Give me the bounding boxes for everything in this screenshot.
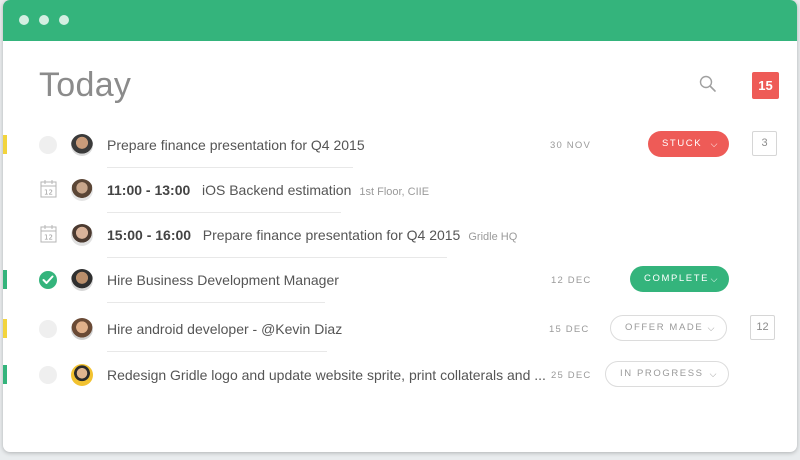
window-close-dot[interactable] xyxy=(19,15,29,25)
row-divider xyxy=(107,257,447,258)
event-text: 15:00 - 16:00 Prepare finance presentati… xyxy=(107,227,517,243)
event-row[interactable]: 12 11:00 - 13:00 iOS Backend estimation 1… xyxy=(3,169,797,213)
status-label: COMPLETE xyxy=(644,273,710,284)
task-row[interactable]: Prepare finance presentation for Q4 2015… xyxy=(3,124,797,168)
chevron-down-icon: ⌵ xyxy=(710,274,719,284)
avatar xyxy=(71,134,93,156)
event-time: 15:00 - 16:00 xyxy=(107,227,192,243)
priority-flag xyxy=(3,270,7,289)
status-label: IN PROGRESS xyxy=(620,368,704,379)
chevron-down-icon: ⌵ xyxy=(707,323,716,333)
calendar-icon: 12 xyxy=(40,179,57,199)
task-checkbox[interactable] xyxy=(39,366,57,384)
priority-flag xyxy=(3,135,7,154)
event-text: 11:00 - 13:00 iOS Backend estimation 1st … xyxy=(107,182,429,198)
event-location: 1st Floor, CIIE xyxy=(359,186,430,198)
row-divider xyxy=(107,351,327,352)
row-divider xyxy=(107,302,325,303)
task-row[interactable]: Hire Business Development Manager 12 DEC… xyxy=(3,259,797,303)
calendar-date-badge[interactable]: 15 xyxy=(752,72,779,99)
task-row[interactable]: Redesign Gridle logo and update website … xyxy=(3,354,797,398)
task-checkbox[interactable] xyxy=(39,320,57,338)
comment-count[interactable]: 3 xyxy=(752,131,777,156)
status-dropdown[interactable]: STUCK ⌵ xyxy=(648,131,729,157)
search-icon[interactable] xyxy=(698,74,718,94)
status-dropdown[interactable]: OFFER MADE ⌵ xyxy=(610,315,727,341)
task-title: Hire Business Development Manager xyxy=(107,272,339,288)
task-title: Hire android developer - @Kevin Diaz xyxy=(107,321,343,337)
priority-flag xyxy=(3,365,7,384)
avatar xyxy=(71,364,93,386)
chevron-down-icon: ⌵ xyxy=(709,369,718,379)
task-date: 12 DEC xyxy=(551,275,592,286)
event-title: iOS Backend estimation xyxy=(201,182,352,198)
title-bar xyxy=(3,0,797,41)
app-window: Today 15 Prepare finance presentation fo… xyxy=(3,0,797,452)
status-dropdown[interactable]: IN PROGRESS ⌵ xyxy=(605,361,729,387)
check-icon xyxy=(42,275,54,284)
task-date: 15 DEC xyxy=(549,324,590,335)
task-checkbox[interactable] xyxy=(39,271,57,289)
task-title: Redesign Gridle logo and update website … xyxy=(107,367,546,383)
window-minimize-dot[interactable] xyxy=(39,15,49,25)
page-title: Today xyxy=(39,66,132,104)
window-maximize-dot[interactable] xyxy=(59,15,69,25)
row-divider xyxy=(107,212,341,213)
avatar xyxy=(71,179,93,201)
task-date: 25 DEC xyxy=(551,370,592,381)
event-title: Prepare finance presentation for Q4 2015 xyxy=(202,227,461,243)
status-label: OFFER MADE xyxy=(625,322,704,333)
task-title: Prepare finance presentation for Q4 2015 xyxy=(107,137,365,153)
calendar-icon: 12 xyxy=(40,224,57,244)
task-date: 30 NOV xyxy=(550,140,591,151)
priority-flag xyxy=(3,319,7,338)
event-row[interactable]: 12 15:00 - 16:00 Prepare finance present… xyxy=(3,214,797,258)
calendar-day: 12 xyxy=(44,234,53,242)
event-time: 11:00 - 13:00 xyxy=(107,182,191,198)
status-dropdown[interactable]: COMPLETE ⌵ xyxy=(630,266,729,292)
chevron-down-icon: ⌵ xyxy=(710,139,719,149)
event-location: Gridle HQ xyxy=(468,231,518,243)
avatar xyxy=(71,318,93,340)
avatar xyxy=(71,224,93,246)
task-checkbox[interactable] xyxy=(39,136,57,154)
comment-count[interactable]: 12 xyxy=(750,315,775,340)
task-row[interactable]: Hire android developer - @Kevin Diaz 15 … xyxy=(3,308,797,352)
status-label: STUCK xyxy=(662,138,703,149)
avatar xyxy=(71,269,93,291)
calendar-day: 12 xyxy=(44,189,53,197)
row-divider xyxy=(107,167,353,168)
